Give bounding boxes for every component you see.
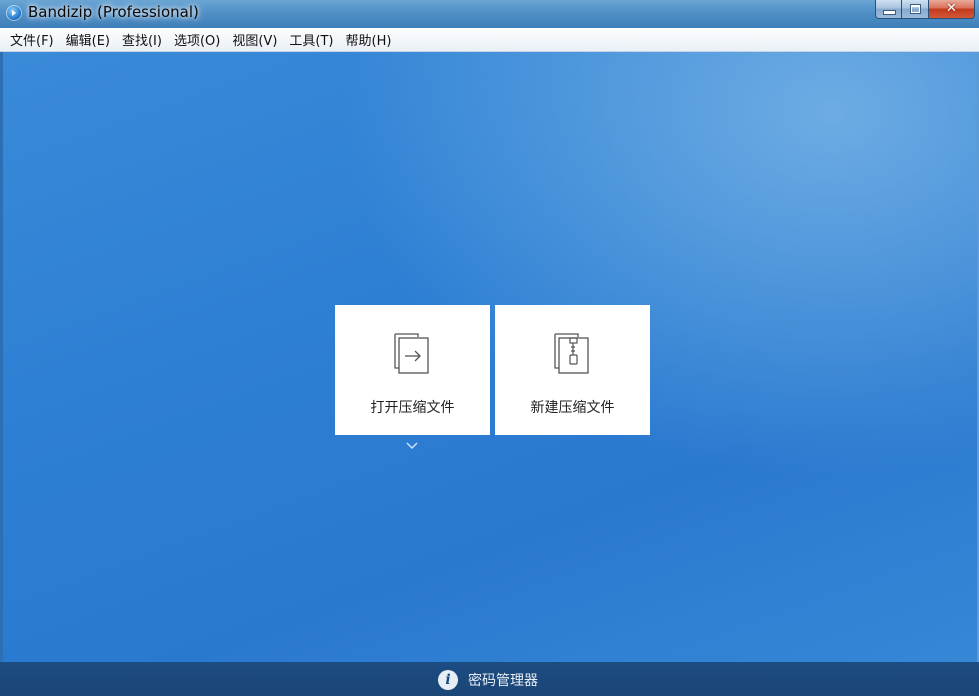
menu-view[interactable]: 视图(V) — [226, 28, 283, 51]
close-button[interactable]: ✕ — [929, 0, 975, 19]
minimize-button[interactable] — [875, 0, 902, 19]
menu-edit[interactable]: 编辑(E) — [60, 28, 116, 51]
new-archive-icon — [554, 333, 589, 374]
menu-tools[interactable]: 工具(T) — [283, 28, 339, 51]
bandizip-logo-icon — [6, 5, 22, 21]
menu-find[interactable]: 查找(I) — [116, 28, 168, 51]
maximize-button[interactable] — [902, 0, 929, 19]
password-manager-label: 密码管理器 — [468, 673, 538, 689]
open-archive-label: 打开压缩文件 — [370, 400, 455, 416]
new-archive-label: 新建压缩文件 — [530, 400, 615, 416]
menu-bar: 文件(F) 编辑(E) 查找(I) 选项(O) 视图(V) 工具(T) 帮助(H… — [0, 28, 979, 52]
new-archive-button[interactable]: 新建压缩文件 — [495, 305, 650, 435]
window-controls: ✕ — [875, 0, 975, 20]
minimize-icon — [884, 11, 895, 14]
title-bar[interactable]: Bandizip (Professional) ✕ — [0, 0, 979, 28]
window-title: Bandizip (Professional) — [28, 3, 199, 21]
bandizip-window: Bandizip (Professional) ✕ 文件(F) 编辑(E) 查找… — [0, 0, 979, 696]
open-archive-button[interactable]: 打开压缩文件 — [335, 305, 490, 435]
info-icon: i — [438, 670, 458, 690]
password-manager-button[interactable]: i 密码管理器 — [438, 670, 538, 690]
menu-file[interactable]: 文件(F) — [4, 28, 60, 51]
menu-help[interactable]: 帮助(H) — [340, 28, 398, 51]
menu-options[interactable]: 选项(O) — [168, 28, 226, 51]
maximize-icon — [910, 4, 921, 14]
start-screen: 打开压缩文件 新建压缩文件 — [0, 52, 979, 662]
close-icon: ✕ — [946, 1, 957, 16]
open-archive-icon — [394, 333, 429, 374]
footer-bar: i 密码管理器 — [0, 662, 979, 696]
chevron-down-icon[interactable] — [404, 441, 420, 451]
window-border-left — [0, 52, 3, 662]
